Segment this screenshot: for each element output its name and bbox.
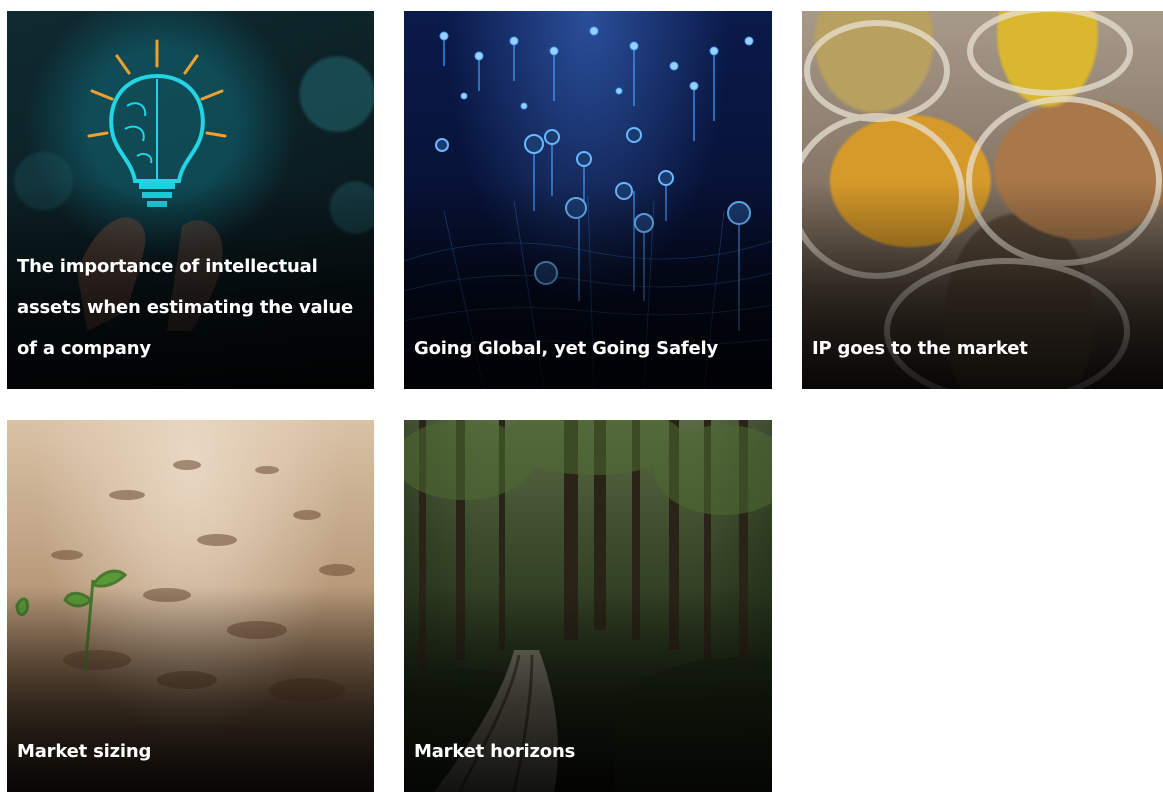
- article-card-market-horizons[interactable]: Market horizons: [404, 420, 772, 792]
- article-card-going-global[interactable]: Going Global, yet Going Safely: [404, 11, 772, 389]
- article-grid: The importance of intellectual assets wh…: [0, 0, 1163, 792]
- card-title: The importance of intellectual assets wh…: [17, 256, 354, 359]
- card-title: Market sizing: [17, 741, 152, 762]
- article-card-market-sizing[interactable]: Market sizing: [7, 420, 374, 792]
- card-title: Market horizons: [414, 741, 576, 762]
- article-card-intellectual-assets[interactable]: The importance of intellectual assets wh…: [7, 11, 374, 389]
- card-title: Going Global, yet Going Safely: [414, 338, 719, 359]
- article-card-ip-market[interactable]: IP goes to the market: [802, 11, 1163, 389]
- card-title: IP goes to the market: [812, 338, 1028, 359]
